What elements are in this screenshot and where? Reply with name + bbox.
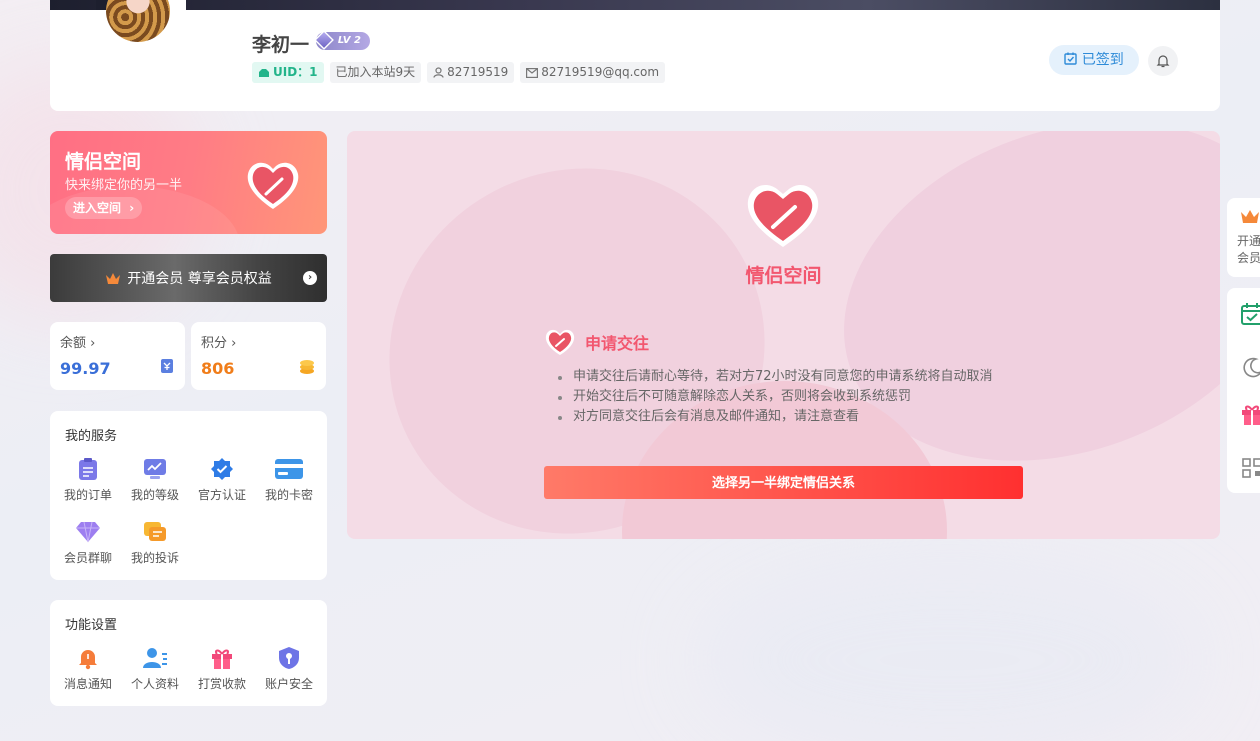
rule-item: 申请交往后请耐心等待，若对方72小时没有同意您的申请系统将自动取消 — [558, 367, 993, 387]
order-icon — [79, 458, 97, 480]
points-card[interactable]: 积分 › 806 — [191, 322, 326, 390]
calendar-check-icon[interactable] — [1240, 302, 1260, 326]
gift-icon — [212, 649, 232, 669]
points-value: 806 — [201, 359, 235, 378]
couple-banner-title: 情侣空间 — [65, 151, 142, 173]
setting-label: 账户安全 — [264, 677, 313, 691]
verified-badge-icon — [211, 458, 233, 480]
notification-button[interactable] — [1148, 46, 1178, 76]
services-panel: 我的服务 我的订单 我的等级 官方认证 我的卡密 会员群聊 我的投诉 — [50, 411, 327, 580]
enter-space-button[interactable]: 进入空间 › — [65, 197, 143, 219]
calendar-check-icon — [1064, 52, 1077, 65]
bell-icon — [79, 650, 97, 670]
float-toolbar — [1227, 288, 1260, 493]
rules-list: 申请交往后请耐心等待，若对方72小时没有同意您的申请系统将自动取消 开始交往后不… — [558, 367, 993, 427]
service-label: 我的投诉 — [130, 551, 179, 565]
diamond-icon — [76, 521, 100, 543]
chevron-right-icon: › — [231, 336, 237, 351]
setting-label: 消息通知 — [63, 677, 112, 691]
account-label: 82719519 — [447, 65, 509, 79]
crown-icon — [106, 273, 121, 284]
bind-partner-button[interactable]: 选择另一半绑定情侣关系 — [544, 466, 1023, 499]
checkin-label: 已签到 — [1081, 52, 1124, 68]
moon-icon[interactable] — [1240, 356, 1260, 380]
setting-label: 打赏收款 — [197, 677, 246, 691]
crown-icon — [1241, 210, 1259, 223]
vip-label: 开通会员 尊享会员权益 — [127, 271, 272, 287]
bell-icon — [1156, 55, 1170, 68]
setting-notify[interactable]: 消息通知 — [55, 645, 121, 692]
profile-tags: UID：1 已加入本站9天 82719519 82719519@qq.com — [252, 62, 666, 83]
service-label: 我的订单 — [63, 488, 112, 502]
float-vip-button[interactable]: 开通 会员 — [1227, 198, 1260, 277]
chevron-right-icon: › — [303, 271, 317, 285]
qrcode-icon[interactable] — [1240, 456, 1260, 480]
rule-item: 开始交往后不可随意解除恋人关系，否则将会收到系统惩罚 — [558, 387, 993, 407]
points-label: 积分 — [201, 336, 228, 351]
balance-label: 余额 — [60, 336, 87, 351]
card-icon — [275, 459, 303, 479]
email-tag: 82719519@qq.com — [520, 62, 666, 83]
heart-icon — [247, 162, 299, 209]
uid-label: UID：1 — [273, 65, 318, 79]
email-label: 82719519@qq.com — [541, 65, 660, 79]
couple-space-main: 情侣空间 申请交往 申请交往后请耐心等待，若对方72小时没有同意您的申请系统将自… — [347, 131, 1220, 539]
setting-profile[interactable]: 个人资料 — [122, 645, 188, 692]
rule-item: 对方同意交往后会有消息及邮件通知，请注意查看 — [558, 407, 993, 427]
profile-banner — [50, 0, 1220, 10]
enter-space-label: 进入空间 — [73, 201, 122, 215]
main-title: 情侣空间 — [745, 265, 822, 287]
chevron-right-icon: › — [90, 336, 96, 351]
checkin-button[interactable]: 已签到 — [1049, 45, 1139, 75]
username: 李初一 — [252, 34, 310, 56]
service-label: 会员群聊 — [63, 551, 112, 565]
service-complaint[interactable]: 我的投诉 — [122, 519, 188, 566]
couple-space-banner[interactable]: 情侣空间 快来绑定你的另一半 进入空间 › — [50, 131, 327, 234]
mail-icon — [526, 67, 539, 78]
vip-upgrade-bar[interactable]: 开通会员 尊享会员权益 › — [50, 254, 327, 302]
uid-icon — [259, 68, 269, 77]
settings-panel: 功能设置 消息通知 个人资料 打赏收款 账户安全 — [50, 600, 327, 706]
gift-icon[interactable] — [1240, 402, 1260, 426]
profile-header: 李初一 LV 2 UID：1 已加入本站9天 82719519 82719519… — [50, 0, 1220, 111]
wallet-icon — [161, 359, 173, 373]
service-label: 官方认证 — [197, 488, 246, 502]
coins-icon — [300, 360, 314, 374]
setting-reward[interactable]: 打赏收款 — [189, 645, 255, 692]
heart-icon — [545, 329, 575, 355]
service-label: 我的等级 — [130, 488, 179, 502]
service-orders[interactable]: 我的订单 — [55, 456, 121, 503]
account-tag: 82719519 — [427, 62, 515, 83]
balance-value: 99.97 — [60, 359, 111, 378]
complaint-icon — [144, 522, 166, 541]
service-label: 我的卡密 — [264, 488, 313, 502]
avatar[interactable] — [96, 0, 186, 42]
apply-title: 申请交往 — [585, 334, 650, 353]
user-icon — [433, 67, 444, 78]
service-card[interactable]: 我的卡密 — [256, 456, 322, 503]
service-vip-chat[interactable]: 会员群聊 — [55, 519, 121, 566]
level-chart-icon — [144, 459, 166, 479]
setting-label: 个人资料 — [130, 677, 179, 691]
balance-card[interactable]: 余额 › 99.97 — [50, 322, 185, 390]
float-vip-text: 开通 会员 — [1237, 233, 1260, 267]
profile-icon — [143, 648, 167, 668]
joined-tag: 已加入本站9天 — [329, 62, 422, 83]
chevron-right-icon: › — [129, 201, 135, 215]
heart-icon — [747, 184, 819, 247]
shield-icon — [279, 647, 299, 669]
uid-tag: UID：1 — [252, 62, 324, 83]
setting-security[interactable]: 账户安全 — [256, 645, 322, 692]
service-verify[interactable]: 官方认证 — [189, 456, 255, 503]
joined-label: 已加入本站9天 — [335, 65, 416, 79]
services-title: 我的服务 — [65, 429, 118, 444]
float-vip-line: 会员 — [1237, 251, 1260, 265]
service-level[interactable]: 我的等级 — [122, 456, 188, 503]
float-vip-line: 开通 — [1237, 234, 1260, 248]
avatar-image — [106, 0, 170, 42]
couple-banner-subtitle: 快来绑定你的另一半 — [65, 178, 183, 193]
settings-title: 功能设置 — [65, 618, 118, 633]
